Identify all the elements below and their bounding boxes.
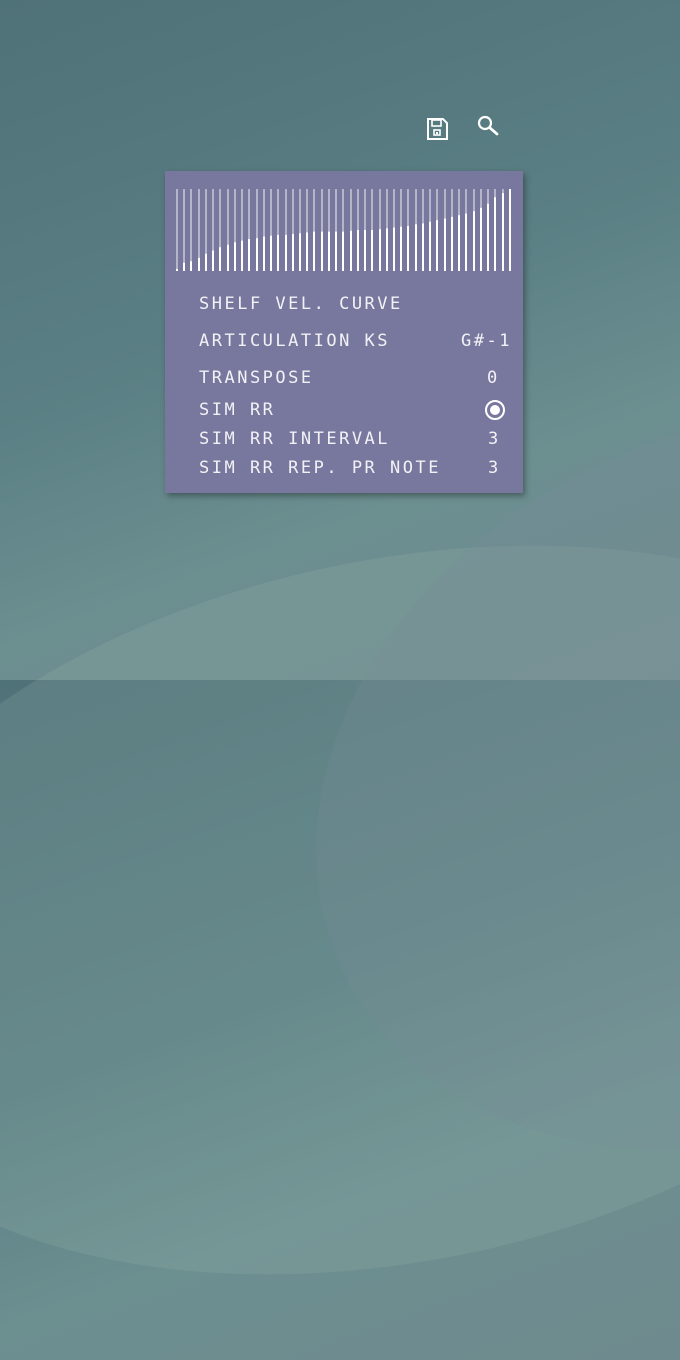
search-button[interactable] — [475, 113, 501, 139]
transpose-value[interactable]: 0 — [487, 367, 500, 389]
shelf-vel-curve-label: SHELF VEL. CURVE — [199, 294, 403, 314]
articulation-ks-row[interactable]: ARTICULATION KS G#-1 — [199, 330, 513, 352]
shelf-vel-curve-row[interactable]: SHELF VEL. CURVE — [199, 293, 513, 315]
sim-rr-interval-value[interactable]: 3 — [488, 428, 501, 450]
sim-rr-interval-label: SIM RR INTERVAL — [199, 429, 391, 449]
velocity-curve-display[interactable] — [175, 189, 515, 271]
articulation-ks-label: ARTICULATION KS — [199, 331, 391, 351]
sim-rr-toggle[interactable] — [485, 400, 505, 420]
settings-panel: SHELF VEL. CURVE ARTICULATION KS G#-1 TR… — [165, 171, 523, 493]
floppy-disk-icon — [427, 118, 448, 140]
sim-rr-toggle-dot — [490, 405, 500, 415]
sim-rr-rep-row[interactable]: SIM RR REP. PR NOTE 3 — [199, 457, 513, 479]
save-button[interactable] — [424, 116, 450, 142]
transpose-label: TRANSPOSE — [199, 368, 314, 388]
sim-rr-label: SIM RR — [199, 400, 276, 420]
transpose-row[interactable]: TRANSPOSE 0 — [199, 367, 513, 389]
sim-rr-row[interactable]: SIM RR — [199, 399, 513, 421]
articulation-ks-value[interactable]: G#-1 — [461, 330, 512, 352]
sim-rr-rep-label: SIM RR REP. PR NOTE — [199, 458, 441, 478]
sim-rr-rep-value[interactable]: 3 — [488, 457, 501, 479]
magnifier-icon — [477, 115, 499, 136]
sim-rr-interval-row[interactable]: SIM RR INTERVAL 3 — [199, 428, 513, 450]
